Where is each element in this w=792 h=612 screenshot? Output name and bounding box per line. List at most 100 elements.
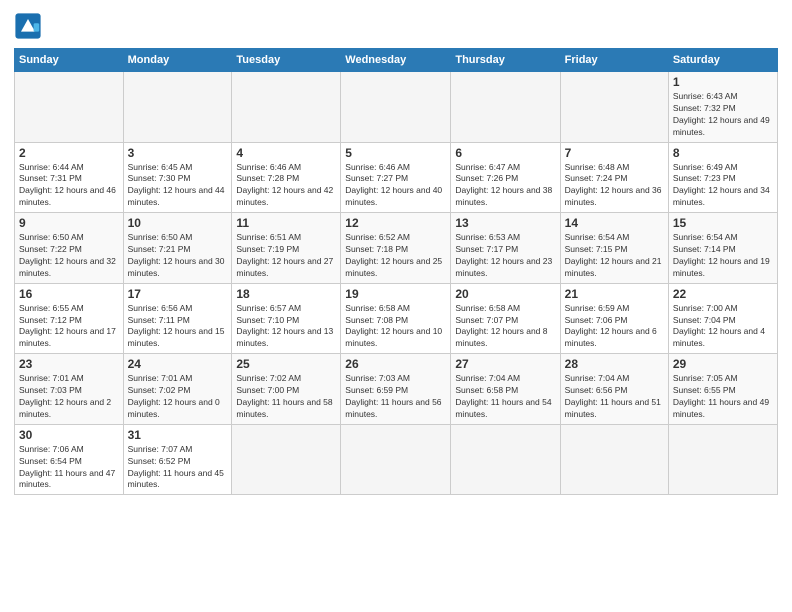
- calendar-cell: 24Sunrise: 7:01 AMSunset: 7:02 PMDayligh…: [123, 354, 232, 425]
- column-header-friday: Friday: [560, 49, 668, 72]
- calendar-cell: [232, 72, 341, 143]
- day-info: Sunrise: 6:43 AMSunset: 7:32 PMDaylight:…: [673, 91, 773, 139]
- calendar-cell: [341, 424, 451, 495]
- calendar-cell: 20 Sunrise: 6:58 AMSunset: 7:07 PMDayligh…: [451, 283, 560, 354]
- day-info: Sunrise: 7:03 AMSunset: 6:59 PMDaylight:…: [345, 373, 446, 421]
- day-number: 12: [345, 216, 446, 230]
- day-info: Sunrise: 7:02 AMSunset: 7:00 PMDaylight:…: [236, 373, 336, 421]
- calendar-cell: 6Sunrise: 6:47 AMSunset: 7:26 PMDaylight…: [451, 142, 560, 213]
- day-info: Sunrise: 7:04 AMSunset: 6:58 PMDaylight:…: [455, 373, 555, 421]
- day-number: 11: [236, 216, 336, 230]
- calendar-cell: 16Sunrise: 6:55 AMSunset: 7:12 PMDayligh…: [15, 283, 124, 354]
- day-info: Sunrise: 6:59 AMSunset: 7:06 PMDaylight:…: [565, 303, 664, 351]
- calendar-cell: 3 Sunrise: 6:45 AMSunset: 7:30 PMDaylight…: [123, 142, 232, 213]
- calendar-cell: [15, 72, 124, 143]
- calendar-week-4: 16Sunrise: 6:55 AMSunset: 7:12 PMDayligh…: [15, 283, 778, 354]
- calendar-cell: 10Sunrise: 6:50 AMSunset: 7:21 PMDayligh…: [123, 213, 232, 284]
- day-info: Sunrise: 6:56 AMSunset: 7:11 PMDaylight:…: [128, 303, 228, 351]
- calendar-cell: 28 Sunrise: 7:04 AMSunset: 6:56 PMDayligh…: [560, 354, 668, 425]
- calendar-week-1: 1 Sunrise: 6:43 AMSunset: 7:32 PMDaylight…: [15, 72, 778, 143]
- calendar-cell: 13 Sunrise: 6:53 AMSunset: 7:17 PMDayligh…: [451, 213, 560, 284]
- calendar-cell: 18Sunrise: 6:57 AMSunset: 7:10 PMDayligh…: [232, 283, 341, 354]
- day-number: 25: [236, 357, 336, 371]
- logo-icon: [14, 12, 42, 40]
- day-info: Sunrise: 6:53 AMSunset: 7:17 PMDaylight:…: [455, 232, 555, 280]
- day-number: 20: [455, 287, 555, 301]
- calendar-cell: 26 Sunrise: 7:03 AMSunset: 6:59 PMDayligh…: [341, 354, 451, 425]
- calendar-cell: [668, 424, 777, 495]
- calendar-cell: 29 Sunrise: 7:05 AMSunset: 6:55 PMDayligh…: [668, 354, 777, 425]
- day-info: Sunrise: 6:46 AMSunset: 7:28 PMDaylight:…: [236, 162, 336, 210]
- day-number: 10: [128, 216, 228, 230]
- day-info: Sunrise: 7:04 AMSunset: 6:56 PMDaylight:…: [565, 373, 664, 421]
- day-number: 2: [19, 146, 119, 160]
- calendar-header-row: SundayMondayTuesdayWednesdayThursdayFrid…: [15, 49, 778, 72]
- day-info: Sunrise: 6:52 AMSunset: 7:18 PMDaylight:…: [345, 232, 446, 280]
- calendar-cell: [123, 72, 232, 143]
- day-number: 22: [673, 287, 773, 301]
- calendar-cell: 22Sunrise: 7:00 AMSunset: 7:04 PMDayligh…: [668, 283, 777, 354]
- column-header-thursday: Thursday: [451, 49, 560, 72]
- day-info: Sunrise: 6:48 AMSunset: 7:24 PMDaylight:…: [565, 162, 664, 210]
- calendar-cell: 31 Sunrise: 7:07 AMSunset: 6:52 PMDayligh…: [123, 424, 232, 495]
- day-number: 21: [565, 287, 664, 301]
- day-number: 9: [19, 216, 119, 230]
- day-number: 14: [565, 216, 664, 230]
- day-info: Sunrise: 6:54 AMSunset: 7:14 PMDaylight:…: [673, 232, 773, 280]
- day-info: Sunrise: 6:51 AMSunset: 7:19 PMDaylight:…: [236, 232, 336, 280]
- calendar-cell: 7 Sunrise: 6:48 AMSunset: 7:24 PMDaylight…: [560, 142, 668, 213]
- day-number: 7: [565, 146, 664, 160]
- day-number: 26: [345, 357, 446, 371]
- day-number: 13: [455, 216, 555, 230]
- day-info: Sunrise: 7:07 AMSunset: 6:52 PMDaylight:…: [128, 444, 228, 492]
- day-number: 15: [673, 216, 773, 230]
- calendar-cell: 19Sunrise: 6:58 AMSunset: 7:08 PMDayligh…: [341, 283, 451, 354]
- day-number: 28: [565, 357, 664, 371]
- day-info: Sunrise: 6:50 AMSunset: 7:22 PMDaylight:…: [19, 232, 119, 280]
- calendar-week-6: 30 Sunrise: 7:06 AMSunset: 6:54 PMDayligh…: [15, 424, 778, 495]
- day-info: Sunrise: 6:45 AMSunset: 7:30 PMDaylight:…: [128, 162, 228, 210]
- calendar-cell: 30 Sunrise: 7:06 AMSunset: 6:54 PMDayligh…: [15, 424, 124, 495]
- day-number: 31: [128, 428, 228, 442]
- calendar-cell: 14Sunrise: 6:54 AMSunset: 7:15 PMDayligh…: [560, 213, 668, 284]
- column-header-saturday: Saturday: [668, 49, 777, 72]
- logo: [14, 12, 46, 40]
- day-number: 30: [19, 428, 119, 442]
- day-number: 5: [345, 146, 446, 160]
- day-number: 3: [128, 146, 228, 160]
- calendar-cell: 25 Sunrise: 7:02 AMSunset: 7:00 PMDayligh…: [232, 354, 341, 425]
- calendar-cell: 2Sunrise: 6:44 AMSunset: 7:31 PMDaylight…: [15, 142, 124, 213]
- day-number: 4: [236, 146, 336, 160]
- calendar-cell: [560, 72, 668, 143]
- calendar-page: SundayMondayTuesdayWednesdayThursdayFrid…: [0, 0, 792, 612]
- calendar-cell: 15 Sunrise: 6:54 AMSunset: 7:14 PMDayligh…: [668, 213, 777, 284]
- calendar-cell: 5 Sunrise: 6:46 AMSunset: 7:27 PMDaylight…: [341, 142, 451, 213]
- day-info: Sunrise: 6:58 AMSunset: 7:08 PMDaylight:…: [345, 303, 446, 351]
- day-info: Sunrise: 6:57 AMSunset: 7:10 PMDaylight:…: [236, 303, 336, 351]
- day-number: 6: [455, 146, 555, 160]
- calendar-cell: [451, 424, 560, 495]
- day-number: 23: [19, 357, 119, 371]
- day-info: Sunrise: 6:46 AMSunset: 7:27 PMDaylight:…: [345, 162, 446, 210]
- calendar-week-5: 23Sunrise: 7:01 AMSunset: 7:03 PMDayligh…: [15, 354, 778, 425]
- calendar-cell: [451, 72, 560, 143]
- day-info: Sunrise: 7:06 AMSunset: 6:54 PMDaylight:…: [19, 444, 119, 492]
- day-number: 29: [673, 357, 773, 371]
- day-info: Sunrise: 7:05 AMSunset: 6:55 PMDaylight:…: [673, 373, 773, 421]
- day-number: 16: [19, 287, 119, 301]
- calendar-table: SundayMondayTuesdayWednesdayThursdayFrid…: [14, 48, 778, 495]
- calendar-cell: 21 Sunrise: 6:59 AMSunset: 7:06 PMDayligh…: [560, 283, 668, 354]
- page-header: [14, 12, 778, 40]
- calendar-cell: [341, 72, 451, 143]
- calendar-cell: [560, 424, 668, 495]
- calendar-week-2: 2Sunrise: 6:44 AMSunset: 7:31 PMDaylight…: [15, 142, 778, 213]
- day-number: 1: [673, 75, 773, 89]
- day-number: 27: [455, 357, 555, 371]
- calendar-week-3: 9 Sunrise: 6:50 AMSunset: 7:22 PMDaylight…: [15, 213, 778, 284]
- calendar-cell: 11 Sunrise: 6:51 AMSunset: 7:19 PMDayligh…: [232, 213, 341, 284]
- day-number: 24: [128, 357, 228, 371]
- day-info: Sunrise: 6:58 AMSunset: 7:07 PMDaylight:…: [455, 303, 555, 351]
- calendar-cell: 4 Sunrise: 6:46 AMSunset: 7:28 PMDaylight…: [232, 142, 341, 213]
- calendar-cell: [232, 424, 341, 495]
- calendar-cell: 1 Sunrise: 6:43 AMSunset: 7:32 PMDaylight…: [668, 72, 777, 143]
